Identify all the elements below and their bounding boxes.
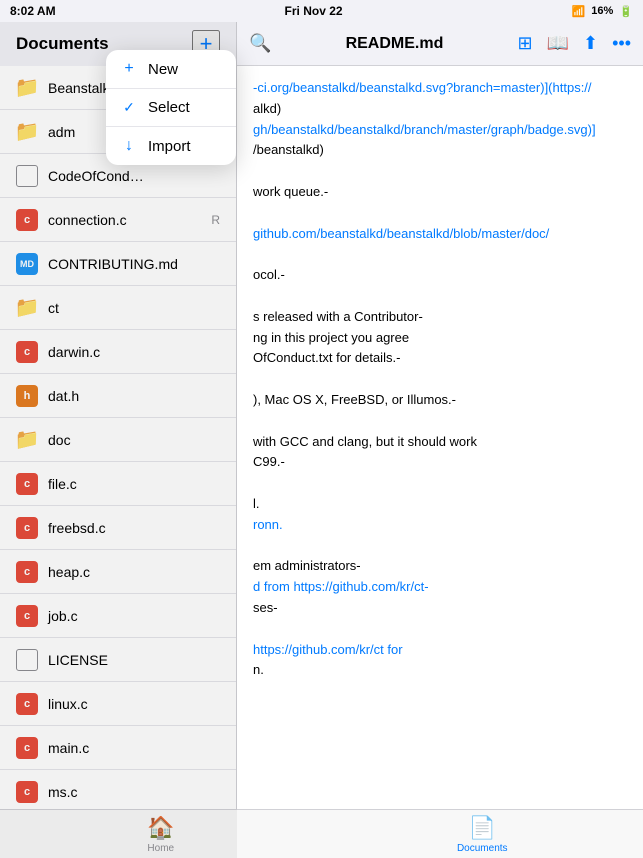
- content-line: /beanstalkd): [253, 140, 627, 161]
- documents-icon: 📄: [469, 815, 496, 841]
- content-line: [253, 203, 627, 224]
- content-header: 🔍 README.md ⊞ 📖 ⬆ •••: [237, 22, 643, 66]
- header-right-actions: ⊞ 📖 ⬆ •••: [517, 33, 631, 54]
- wifi-icon: 📶: [572, 5, 586, 18]
- search-icon[interactable]: 🔍: [249, 33, 271, 54]
- dropdown-select-label: Select: [148, 99, 190, 116]
- content-line: https://github.com/kr/ct for: [253, 640, 627, 661]
- content-title: README.md: [271, 35, 517, 53]
- content-line: -ci.org/beanstalkd/beanstalkd.svg?branch…: [253, 78, 627, 99]
- content-line: [253, 411, 627, 432]
- content-line: ocol.-: [253, 265, 627, 286]
- content-line: ng in this project you agree: [253, 328, 627, 349]
- dropdown-select[interactable]: ✓ Select: [106, 89, 236, 127]
- tab-documents-label: Documents: [457, 843, 508, 854]
- header-left-actions: 🔍: [249, 33, 271, 54]
- status-icons: 📶 16% 🔋: [572, 5, 633, 18]
- content-line: [253, 369, 627, 390]
- content-line: [253, 473, 627, 494]
- content-link[interactable]: https://github.com/kr/ct for: [253, 642, 403, 657]
- content-link[interactable]: gh/beanstalkd/beanstalkd/branch/master/g…: [253, 122, 596, 137]
- main-layout: Documents + + New ✓ Select ↓ Import 📁: [0, 22, 643, 809]
- content-line: ), Mac OS X, FreeBSD, or Illumos.-: [253, 390, 627, 411]
- check-icon: ✓: [120, 99, 138, 116]
- content-line: [253, 286, 627, 307]
- content-area: 🔍 README.md ⊞ 📖 ⬆ ••• -ci.org/beanstalkd…: [237, 22, 643, 809]
- status-bar: 8:02 AM Fri Nov 22 📶 16% 🔋: [0, 0, 643, 22]
- content-link[interactable]: d from https://github.com/kr/ct-: [253, 579, 429, 594]
- content-line: [253, 244, 627, 265]
- dropdown-menu: + New ✓ Select ↓ Import: [106, 50, 236, 165]
- dropdown-import[interactable]: ↓ Import: [106, 127, 236, 165]
- content-line: ronn.: [253, 515, 627, 536]
- content-line: em administrators-: [253, 556, 627, 577]
- content-link[interactable]: ronn.: [253, 517, 283, 532]
- share-icon[interactable]: ⬆: [583, 33, 598, 54]
- content-line: [253, 161, 627, 182]
- more-icon[interactable]: •••: [612, 33, 631, 54]
- content-line: [253, 536, 627, 557]
- plus-icon: +: [120, 60, 138, 78]
- dropdown-new[interactable]: + New: [106, 50, 236, 89]
- book-icon[interactable]: 📖: [547, 33, 569, 54]
- content-line: d from https://github.com/kr/ct-: [253, 577, 627, 598]
- content-line: github.com/beanstalkd/beanstalkd/blob/ma…: [253, 224, 627, 245]
- content-link[interactable]: -ci.org/beanstalkd/beanstalkd.svg?branch…: [253, 80, 592, 95]
- content-line: with GCC and clang, but it should work: [253, 432, 627, 453]
- content-line: n.: [253, 660, 627, 681]
- status-date: Fri Nov 22: [285, 4, 343, 18]
- content-line: work queue.-: [253, 182, 627, 203]
- content-body: -ci.org/beanstalkd/beanstalkd.svg?branch…: [237, 66, 643, 809]
- tab-documents[interactable]: 📄 Documents: [322, 815, 643, 854]
- sidebar: Documents + + New ✓ Select ↓ Import 📁: [0, 22, 237, 809]
- content-line: [253, 619, 627, 640]
- content-line: alkd): [253, 99, 627, 120]
- content-line: C99.-: [253, 452, 627, 473]
- content-line: OfConduct.txt for details.-: [253, 348, 627, 369]
- import-icon: ↓: [120, 137, 138, 155]
- content-link[interactable]: github.com/beanstalkd/beanstalkd/blob/ma…: [253, 226, 549, 241]
- content-line: s released with a Contributor-: [253, 307, 627, 328]
- grid-icon[interactable]: ⊞: [517, 33, 532, 54]
- content-line: gh/beanstalkd/beanstalkd/branch/master/g…: [253, 120, 627, 141]
- content-line: l.: [253, 494, 627, 515]
- status-time: 8:02 AM: [10, 4, 56, 18]
- battery-percent: 16%: [591, 5, 613, 17]
- content-line: ses-: [253, 598, 627, 619]
- dropdown-new-label: New: [148, 61, 178, 78]
- dropdown-import-label: Import: [148, 138, 191, 155]
- battery-icon: 🔋: [619, 5, 633, 18]
